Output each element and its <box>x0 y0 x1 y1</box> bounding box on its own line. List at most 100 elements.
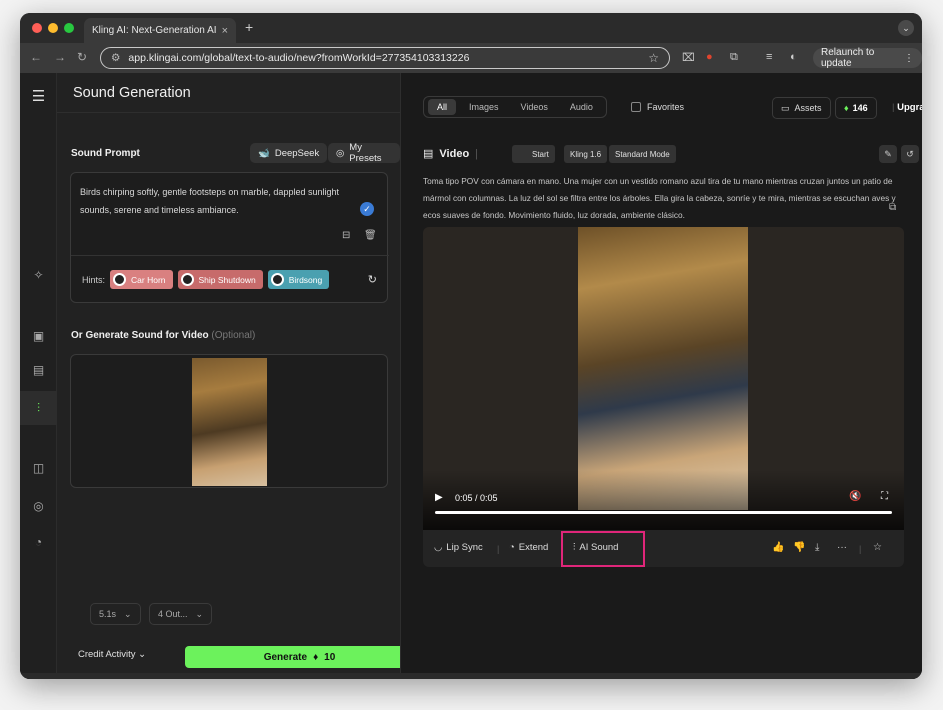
credits-badge[interactable]: ♦ 146 <box>835 97 877 119</box>
tab-bar: K Kling AI: Next-Generation AI C × + ⌄ <box>20 13 922 59</box>
profile-avatar-icon[interactable]: ◐ <box>790 51 797 63</box>
play-icon[interactable]: ▶ <box>435 492 443 503</box>
reuse-icon[interactable]: ↺ <box>901 145 919 163</box>
credit-activity-button[interactable]: Credit Activity ⌄ <box>78 649 146 660</box>
relaunch-button[interactable]: Relaunch to update ⋮ <box>813 47 922 69</box>
refresh-hints-icon[interactable]: ↻ <box>368 273 377 286</box>
save-icon[interactable]: ⊟ <box>342 230 350 241</box>
chevron-down-icon: ⌄ <box>124 608 132 619</box>
tab-videos[interactable]: Videos <box>512 99 557 115</box>
my-presets-button[interactable]: ◎ My Presets <box>328 142 400 164</box>
generate-button[interactable]: Generate ♦ 10 <box>185 646 414 668</box>
bookmark-star-icon[interactable]: ☆ <box>648 51 659 65</box>
credit-activity-label: Credit Activity <box>78 649 136 660</box>
tag-mode: Standard Mode <box>609 145 676 163</box>
minimize-window-button[interactable] <box>48 23 58 33</box>
outputs-dropdown[interactable]: 4 Out... ⌄ <box>149 603 213 625</box>
copy-icon[interactable]: ⧉ <box>889 202 896 213</box>
url-text: app.klingai.com/global/text-to-audio/new… <box>128 52 470 64</box>
new-tab-icon[interactable]: + <box>245 19 253 35</box>
effects-icon[interactable]: ✧ <box>20 268 57 282</box>
hint-chip-birdsong[interactable]: Birdsong <box>267 270 330 289</box>
sound-dot-icon <box>113 273 127 286</box>
relaunch-label: Relaunch to update <box>821 47 875 69</box>
extend-button[interactable]: ◔ Extend <box>509 542 548 553</box>
zoom-window-button[interactable] <box>64 23 74 33</box>
thumbs-up-icon[interactable]: 👍 <box>772 542 784 553</box>
video-thumbnail <box>192 358 267 486</box>
sound-dot-icon <box>180 273 194 286</box>
tab-images[interactable]: Images <box>460 99 508 115</box>
pin-icon: ◎ <box>336 147 345 159</box>
extend-label: Extend <box>518 542 549 553</box>
reload-icon[interactable]: ↻ <box>77 50 87 64</box>
lip-sync-button[interactable]: ◡ Lip Sync <box>434 542 483 553</box>
tab-all[interactable]: All <box>428 99 457 115</box>
image-icon[interactable]: ▣ <box>20 329 57 343</box>
tab-title: Kling AI: Next-Generation AI C <box>92 25 216 36</box>
history-icon[interactable]: ◔ <box>20 535 57 549</box>
prompt-textarea[interactable]: Birds chirping softly, gentle footsteps … <box>80 183 360 219</box>
tab-search-icon[interactable]: ⌄ <box>898 20 914 36</box>
thumbs-down-icon[interactable]: 👎 <box>793 542 805 553</box>
deepseek-button[interactable]: 🐋 DeepSeek <box>250 143 328 163</box>
forward-icon[interactable]: → <box>54 50 66 64</box>
favorites-label: Favorites <box>647 102 685 112</box>
hint-chip-car-horn[interactable]: Car Horn <box>110 270 173 289</box>
edit-icon[interactable]: ✎ <box>879 145 897 163</box>
video-icon[interactable]: ▤ <box>20 363 57 377</box>
outputs-value: 4 Out... <box>158 609 188 619</box>
sound-icon[interactable]: ⫶ <box>20 391 57 425</box>
credit-flame-icon: ♦ <box>844 103 849 113</box>
upgrade-button[interactable]: | Upgra <box>892 102 922 113</box>
presets-label: My Presets <box>349 142 382 164</box>
browser-tab[interactable]: K Kling AI: Next-Generation AI C × <box>84 18 326 59</box>
extend-icon: ◔ <box>509 542 515 553</box>
close-tab-icon[interactable]: × <box>222 25 228 37</box>
checkbox-icon <box>631 102 641 112</box>
video-upload-box[interactable] <box>70 354 388 488</box>
sound-prompt-label: Sound Prompt <box>71 148 140 159</box>
video-description: Toma tipo POV con cámara en mano. Una mu… <box>423 176 896 220</box>
progress-bar[interactable] <box>435 511 892 514</box>
sound-prompt-box[interactable]: Birds chirping softly, gentle footsteps … <box>70 172 389 303</box>
mute-icon[interactable]: 🔇 <box>849 491 861 502</box>
site-info-icon[interactable]: ⚙ <box>111 52 120 64</box>
duration-dropdown[interactable]: 5.1s ⌄ <box>90 603 141 625</box>
reading-list-icon[interactable]: ≡ <box>766 51 772 63</box>
hint-chip-ship-shutdown[interactable]: Ship Shutdown <box>177 270 263 289</box>
lip-sync-label: Lip Sync <box>446 542 483 553</box>
url-field[interactable]: ⚙ app.klingai.com/global/text-to-audio/n… <box>100 47 670 69</box>
video-card-title: ▤ Video | <box>423 147 479 161</box>
extensions-puzzle-icon[interactable]: ⧉ <box>730 51 738 64</box>
more-icon[interactable]: ··· <box>837 542 847 553</box>
video-sound-label-text: Or Generate Sound for Video <box>71 330 209 341</box>
adblock-icon[interactable]: ● <box>706 51 713 63</box>
check-badge-icon: ✓ <box>360 202 374 216</box>
credit-flame-icon: ♦ <box>313 651 319 663</box>
address-bar: ← → ↻ ⚙ app.klingai.com/global/text-to-a… <box>20 43 922 73</box>
hint-label: Car Horn <box>131 274 166 285</box>
deepseek-label: DeepSeek <box>274 147 320 159</box>
video-icon: ▤ <box>423 148 434 160</box>
favorites-checkbox[interactable]: Favorites <box>631 102 684 112</box>
menu-icon[interactable]: ☰ <box>20 87 57 105</box>
trash-icon[interactable]: 🗑 <box>364 230 377 241</box>
horizontal-scrollbar[interactable] <box>20 673 922 679</box>
video-player[interactable]: ▶ 0:05 / 0:05 🔇 ⛶ <box>423 227 904 530</box>
video-actions-bar: ◡ Lip Sync | ◔ Extend | ⫶ AI Sound 👍 👎 ⤓… <box>423 530 904 567</box>
back-icon[interactable]: ← <box>30 50 42 64</box>
hint-label: Birdsong <box>288 274 323 285</box>
extension-icon[interactable]: ⌧ <box>682 51 695 64</box>
video-frame <box>578 227 748 510</box>
library-icon[interactable]: ◫ <box>20 461 57 475</box>
fullscreen-icon[interactable]: ⛶ <box>881 491 888 502</box>
eye-icon[interactable]: ◎ <box>20 499 57 513</box>
tab-audio[interactable]: Audio <box>561 99 602 115</box>
tag-start: Start <box>512 145 555 163</box>
assets-button[interactable]: ▭ Assets <box>772 97 831 119</box>
download-icon[interactable]: ⤓ <box>815 542 819 553</box>
favorite-star-icon[interactable]: ☆ <box>873 542 882 553</box>
browser-window: K Kling AI: Next-Generation AI C × + ⌄ ←… <box>20 13 922 679</box>
close-window-button[interactable] <box>32 23 42 33</box>
